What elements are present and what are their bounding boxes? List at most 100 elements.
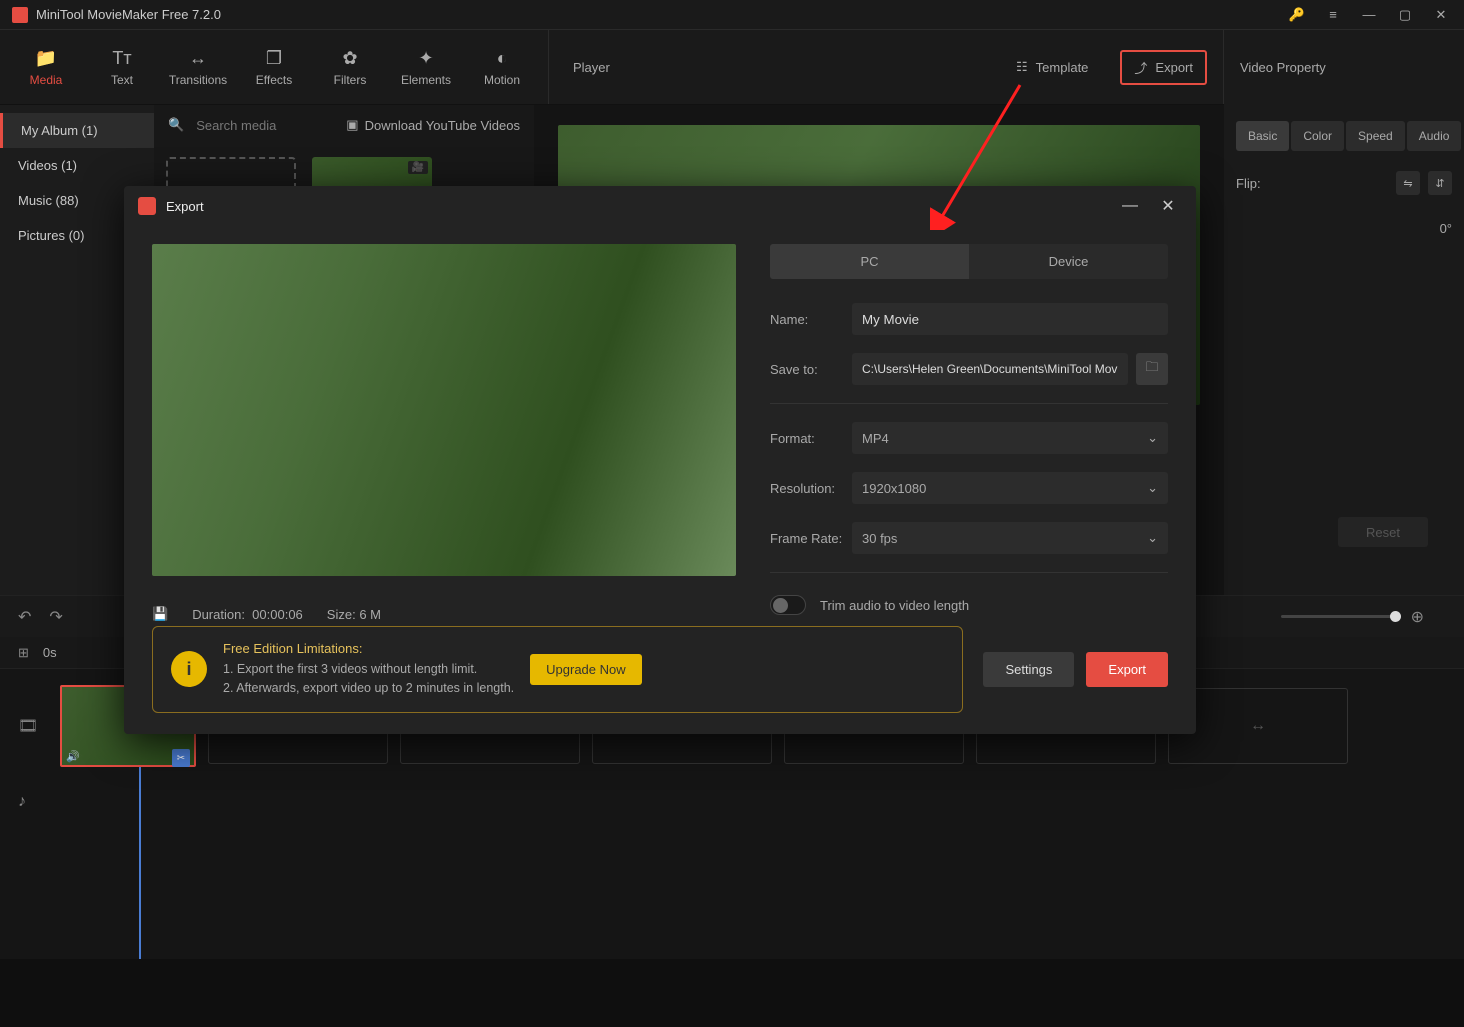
zoom-slider[interactable]	[1281, 615, 1401, 618]
tool-motion[interactable]: ◐ Motion	[464, 35, 540, 99]
filters-icon: ✿	[342, 48, 357, 69]
template-button[interactable]: ☷ Template	[1004, 53, 1100, 81]
clip-sound-icon: 🔊	[66, 750, 80, 763]
template-label: Template	[1036, 60, 1089, 75]
search-input[interactable]: Search media	[196, 118, 334, 133]
dialog-title: Export	[166, 199, 1106, 214]
chevron-down-icon: ⌄	[1147, 530, 1158, 546]
trim-audio-toggle[interactable]	[770, 595, 806, 615]
close-button[interactable]: ✕	[1430, 4, 1452, 26]
clip-cut-icon[interactable]: ✂	[172, 749, 190, 767]
sidebar-item-videos[interactable]: Videos (1)	[0, 148, 154, 183]
size-value: 6 M	[359, 607, 381, 622]
chevron-down-icon: ⌄	[1147, 430, 1158, 446]
format-value: MP4	[862, 431, 889, 446]
duration-value: 00:00:06	[252, 607, 303, 622]
title-bar: MiniTool MovieMaker Free 7.2.0 🔑 ≡ — ▢ ✕	[0, 0, 1464, 30]
folder-icon: 📁	[35, 48, 57, 69]
minimize-button[interactable]: —	[1358, 4, 1380, 26]
resolution-value: 1920x1080	[862, 481, 926, 496]
format-label: Format:	[770, 431, 852, 446]
search-icon: 🔍	[168, 117, 184, 133]
limitations-title: Free Edition Limitations:	[223, 641, 514, 656]
saveto-label: Save to:	[770, 362, 852, 377]
main-toolbar: 📁 Media Tт Text ↔ Transitions ❐Effects ✿ Fil…	[0, 30, 1464, 105]
export-label: Export	[1155, 60, 1193, 75]
tool-elements[interactable]: ✦ Elements	[388, 35, 464, 99]
dialog-minimize-button[interactable]: —	[1116, 192, 1144, 220]
audio-track-icon: ♪	[18, 793, 48, 811]
sidebar-item-my-album[interactable]: My Album (1)	[0, 113, 154, 148]
tool-effects[interactable]: ❐Effects	[236, 35, 312, 99]
export-tab-device[interactable]: Device	[969, 244, 1168, 279]
effects-icon: ❐	[266, 48, 282, 69]
text-icon: Tт	[112, 48, 131, 69]
tool-transitions-label: Transitions	[169, 73, 227, 87]
flip-label: Flip:	[1236, 176, 1261, 191]
upload-icon: ⤴	[1134, 58, 1147, 77]
undo-button[interactable]: ↶	[18, 607, 31, 627]
video-property-label: Video Property	[1240, 60, 1326, 75]
flip-vertical-button[interactable]: ⇵	[1428, 171, 1452, 195]
export-confirm-button[interactable]: Export	[1086, 652, 1168, 687]
elements-icon: ✦	[418, 48, 433, 69]
video-badge-icon: 🎥	[408, 161, 428, 174]
duration-label: Duration:	[192, 607, 245, 622]
tool-text-label: Text	[111, 73, 133, 87]
folder-icon: 🗀	[1145, 358, 1158, 380]
framerate-label: Frame Rate:	[770, 531, 852, 546]
transition-icon: ↔	[189, 48, 207, 69]
license-key-icon[interactable]: 🔑	[1286, 4, 1308, 26]
tool-motion-label: Motion	[484, 73, 520, 87]
export-tab-pc[interactable]: PC	[770, 244, 969, 279]
export-button[interactable]: ⤴ Export	[1120, 50, 1207, 85]
name-label: Name:	[770, 312, 852, 327]
timeline-time: 0s	[43, 645, 57, 660]
layers-icon: ☷	[1016, 59, 1028, 75]
name-input[interactable]	[852, 303, 1168, 335]
tool-text[interactable]: Tт Text	[84, 35, 160, 99]
settings-button[interactable]: Settings	[983, 652, 1074, 687]
flip-horizontal-button[interactable]: ⇋	[1396, 171, 1420, 195]
app-title: MiniTool MovieMaker Free 7.2.0	[36, 7, 1286, 22]
menu-icon[interactable]: ≡	[1322, 4, 1344, 26]
tool-media-label: Media	[30, 73, 63, 87]
limitations-line-1: 1. Export the first 3 videos without len…	[223, 660, 514, 679]
dialog-app-icon	[138, 197, 156, 215]
redo-button[interactable]: ↷	[49, 607, 62, 627]
zoom-in-button[interactable]: ⊕	[1411, 607, 1424, 627]
info-icon: i	[171, 651, 207, 687]
tool-media[interactable]: 📁 Media	[8, 35, 84, 99]
chevron-down-icon: ⌄	[1147, 480, 1158, 496]
tool-filters-label: Filters	[334, 73, 367, 87]
export-dialog: Export — ✕ 💾 Duration: 00:00:06 Size: 6 …	[124, 186, 1196, 734]
saveto-input[interactable]	[852, 353, 1128, 385]
tab-speed[interactable]: Speed	[1346, 121, 1405, 151]
youtube-icon: ▣	[346, 117, 358, 133]
limitations-line-2: 2. Afterwards, export video up to 2 minu…	[223, 679, 514, 698]
format-select[interactable]: MP4 ⌄	[852, 422, 1168, 454]
download-youtube-button[interactable]: ▣ Download YouTube Videos	[346, 117, 520, 133]
dialog-close-button[interactable]: ✕	[1154, 192, 1182, 220]
resolution-label: Resolution:	[770, 481, 852, 496]
tab-audio[interactable]: Audio	[1407, 121, 1462, 151]
download-youtube-label: Download YouTube Videos	[365, 118, 520, 133]
tool-transitions[interactable]: ↔ Transitions	[160, 35, 236, 99]
framerate-select[interactable]: 30 fps ⌄	[852, 522, 1168, 554]
tab-color[interactable]: Color	[1291, 121, 1344, 151]
motion-icon: ◐	[497, 48, 508, 69]
tool-filters[interactable]: ✿ Filters	[312, 35, 388, 99]
player-label: Player	[573, 60, 610, 75]
upgrade-button[interactable]: Upgrade Now	[530, 654, 642, 685]
browse-button[interactable]: 🗀	[1136, 353, 1168, 385]
app-icon	[12, 7, 28, 23]
resolution-select[interactable]: 1920x1080 ⌄	[852, 472, 1168, 504]
add-track-button[interactable]: ⊞	[18, 645, 29, 661]
export-preview	[152, 244, 736, 576]
save-icon: 💾	[152, 606, 168, 622]
tab-basic[interactable]: Basic	[1236, 121, 1289, 151]
maximize-button[interactable]: ▢	[1394, 4, 1416, 26]
size-label: Size:	[327, 607, 356, 622]
reset-button[interactable]: Reset	[1338, 517, 1428, 547]
tool-elements-label: Elements	[401, 73, 451, 87]
